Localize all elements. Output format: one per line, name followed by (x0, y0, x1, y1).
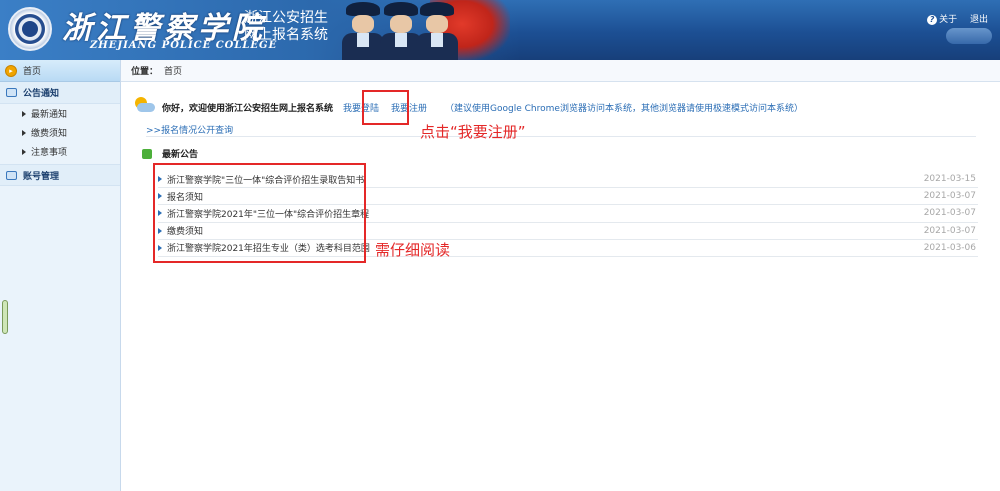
notice-date: 2021-03-07 (923, 191, 976, 202)
account-icon (6, 170, 17, 180)
notice-icon (142, 148, 152, 159)
breadcrumb-label: 位置： (131, 67, 159, 77)
annotation-box-notices (153, 163, 366, 263)
registration-query-link[interactable]: >>报名情况公开查询 (146, 123, 233, 136)
question-icon: ? (927, 15, 938, 25)
police-officer-graphic (414, 2, 460, 60)
notice-date: 2021-03-07 (923, 208, 976, 219)
notice-date: 2021-03-07 (923, 225, 976, 236)
sidebar-group-announcements[interactable]: 公告通知 (0, 82, 120, 104)
annotation-read-hint: 需仔细阅读 (375, 241, 451, 259)
sidebar-item-payment-notice[interactable]: 缴费须知 (0, 123, 120, 142)
divider (146, 136, 976, 137)
notice-date: 2021-03-06 (923, 242, 976, 253)
browser-note: （建议使用Google Chrome浏览器访问本系统，其他浏览器请使用极速模式访… (445, 104, 803, 114)
sidebar-item-label: 缴费须知 (31, 129, 68, 139)
triangle-right-icon (22, 110, 26, 117)
sidebar-item-label: 首页 (23, 67, 42, 77)
welcome-greeting: 你好，欢迎使用浙江公安招生网上报名系统 (162, 104, 334, 114)
header-banner: 浙江警察学院 ZHEJIANG POLICE COLLEGE 浙江公安招生 网上… (0, 0, 1000, 60)
system-title-line1: 浙江公安招生 (244, 10, 328, 26)
notice-section-header: 最新公告 (142, 147, 198, 160)
sidebar: ▸ 首页 公告通知 最新通知 缴费须知 注意事项 账号管理 (0, 60, 121, 491)
annotation-box-register (362, 90, 409, 125)
sidebar-item-home[interactable]: ▸ 首页 (0, 60, 120, 82)
home-icon: ▸ (5, 64, 17, 77)
sidebar-item-label: 注意事项 (31, 148, 68, 158)
sidebar-item-label: 最新通知 (31, 110, 68, 120)
header-actions: ? 关于 退出 (917, 12, 988, 25)
sidebar-item-latest-notice[interactable]: 最新通知 (0, 104, 120, 123)
notice-date: 2021-03-15 (923, 174, 976, 185)
logout-link[interactable]: 退出 (970, 15, 988, 25)
system-title: 浙江公安招生 网上报名系统 (244, 10, 328, 44)
school-logo-icon (8, 7, 52, 51)
system-title-line2: 网上报名系统 (244, 27, 328, 43)
sidebar-group-account[interactable]: 账号管理 (0, 164, 120, 186)
sidebar-group-label: 公告通知 (23, 89, 60, 99)
breadcrumb: 位置： 首页 (121, 60, 1000, 82)
triangle-right-icon (22, 129, 26, 136)
sidebar-item-precautions[interactable]: 注意事项 (0, 142, 120, 161)
notice-section-title: 最新公告 (162, 150, 199, 160)
weather-icon (133, 97, 155, 113)
header-pill-decoration (946, 28, 992, 44)
sidebar-group-label: 账号管理 (23, 171, 60, 182)
welcome-row: 你好，欢迎使用浙江公安招生网上报名系统 我要登陆 我要注册 （建议使用Googl… (162, 101, 803, 114)
sidebar-toggle-handle[interactable] (2, 300, 8, 334)
triangle-right-icon (22, 148, 26, 155)
message-icon (6, 88, 17, 97)
about-link[interactable]: ? 关于 (927, 15, 957, 25)
breadcrumb-current: 首页 (164, 67, 183, 77)
annotation-register-hint: 点击“我要注册” (420, 123, 526, 141)
